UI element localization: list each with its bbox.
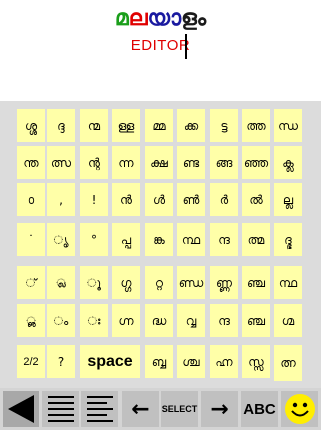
select-button[interactable]: SELECT	[161, 391, 198, 427]
logo-glyph: യാ	[147, 6, 182, 31]
justify-lines-icon	[47, 396, 74, 422]
align-left-lines-icon	[86, 396, 113, 422]
key-2-1[interactable]: ,	[47, 183, 75, 216]
key-0-8[interactable]: ന്ധ	[274, 109, 302, 142]
app-subtitle: EDITOR	[130, 37, 191, 54]
key-4-5[interactable]: ണ്ഡ	[177, 266, 205, 299]
abc-label: ABC	[243, 400, 276, 418]
keyboard: ശ്ശ ദ്ദ ന്മ ള്ള മ്മ ക്ക ട്ട ത്ത ന്ധ ന്ത ത്സ ന്റ ന്ന ക…	[0, 101, 321, 388]
key-3-2[interactable]: °	[80, 223, 108, 256]
key-5-5[interactable]: വ്വ	[177, 304, 205, 337]
key-6-6[interactable]: സ്സ	[242, 345, 270, 378]
back-button[interactable]	[3, 391, 39, 427]
app-logo: മലയാളം	[0, 6, 321, 32]
key-3-7[interactable]: ത്മ	[242, 223, 270, 256]
key-5-7[interactable]: ഞ്ച	[242, 304, 270, 337]
key-5-0[interactable]: ൢ	[17, 304, 45, 337]
toolbar: ← SELECT → ABC	[0, 388, 321, 430]
key-2-7[interactable]: ൽ	[242, 183, 270, 216]
key-2-2[interactable]: !	[80, 183, 108, 216]
logo-glyph: ളം	[181, 6, 207, 31]
abc-button[interactable]: ABC	[241, 391, 278, 427]
align-left-button[interactable]	[81, 391, 118, 427]
key-4-6[interactable]: ണ്ണ	[210, 266, 238, 299]
header: മലയാളം EDITOR	[0, 0, 321, 101]
key-5-6[interactable]: ന്ദ	[210, 304, 238, 337]
key-2-4[interactable]: ൾ	[145, 183, 173, 216]
key-0-0[interactable]: ശ്ശ	[17, 109, 45, 142]
logo-glyph: ല	[128, 6, 148, 31]
key-0-5[interactable]: ക്ക	[177, 109, 205, 142]
key-3-5[interactable]: ന്ഥ	[177, 223, 205, 256]
smiley-button[interactable]	[281, 391, 318, 427]
left-arrow-button[interactable]: ←	[122, 391, 159, 427]
key-4-1[interactable]: ്ല	[47, 266, 75, 299]
key-2-6[interactable]: ർ	[210, 183, 238, 216]
space-key[interactable]: space	[80, 345, 140, 378]
key-1-3[interactable]: ന്ന	[112, 146, 140, 179]
key-4-3[interactable]: ഗ്ഗ	[112, 266, 140, 299]
smiley-icon	[284, 394, 315, 424]
page-toggle-key[interactable]: 2/2	[17, 345, 45, 378]
key-5-4[interactable]: ദ്ധ	[145, 304, 173, 337]
text-cursor	[185, 34, 187, 59]
key-6-5[interactable]: ഹ്ന	[210, 345, 238, 378]
key-6-3[interactable]: ബ്ബ	[145, 345, 173, 378]
right-arrow-icon: →	[210, 396, 229, 422]
key-4-8[interactable]: ന്ഥ	[274, 266, 302, 299]
key-2-3[interactable]: ൻ	[112, 183, 140, 216]
key-0-6[interactable]: ട്ട	[210, 109, 238, 142]
key-1-0[interactable]: ന്ത	[17, 146, 45, 179]
select-label: SELECT	[161, 404, 198, 414]
key-3-1[interactable]: ൃ	[47, 223, 75, 256]
key-0-1[interactable]: ദ്ദ	[47, 109, 75, 142]
key-4-0[interactable]: ്	[17, 266, 45, 299]
key-0-3[interactable]: ള്ള	[112, 109, 140, 142]
key-3-8[interactable]: ദ്ഭ	[274, 223, 302, 256]
key-3-3[interactable]: പ്പ	[112, 223, 140, 256]
key-1-2[interactable]: ന്റ	[80, 146, 108, 179]
key-1-5[interactable]: ണ്ട	[177, 146, 205, 179]
key-1-7[interactable]: ഞ്ഞ	[242, 146, 270, 179]
key-3-0[interactable]: ˙	[17, 223, 45, 256]
key-2-8[interactable]: ല്ല	[274, 183, 302, 216]
key-5-2[interactable]: ഃ	[80, 304, 108, 337]
justify-button[interactable]	[42, 391, 79, 427]
key-5-8[interactable]: ഗ്മ	[274, 304, 302, 337]
key-4-4[interactable]: റ്റ	[145, 266, 173, 299]
key-4-7[interactable]: ഞ്ച	[242, 266, 270, 299]
key-3-4[interactable]: ങ്ക	[145, 223, 173, 256]
key-2-0[interactable]: ൦	[17, 183, 45, 216]
key-4-2[interactable]: ൂ	[80, 266, 108, 299]
back-triangle-icon	[8, 395, 34, 423]
key-6-4[interactable]: ശ്ച	[177, 345, 205, 378]
key-1-8[interactable]: ക്ല	[274, 146, 302, 179]
right-arrow-button[interactable]: →	[201, 391, 238, 427]
key-0-7[interactable]: ത്ത	[242, 109, 270, 142]
left-arrow-icon: ←	[131, 396, 150, 422]
key-1-6[interactable]: ങ്ങ	[210, 146, 238, 179]
key-2-5[interactable]: ൺ	[177, 183, 205, 216]
key-0-2[interactable]: ന്മ	[80, 109, 108, 142]
logo-glyph: മ	[114, 6, 129, 31]
key-6-7[interactable]: ത്ന	[274, 345, 302, 381]
key-3-6[interactable]: ന്ദ	[210, 223, 238, 256]
key-5-1[interactable]: ം	[47, 304, 75, 337]
key-1-1[interactable]: ത്സ	[47, 146, 75, 179]
key-5-3[interactable]: ഗ്ന	[112, 304, 140, 337]
key-6-1[interactable]: ?	[47, 345, 75, 378]
key-0-4[interactable]: മ്മ	[145, 109, 173, 142]
key-1-4[interactable]: ക്ഷ	[145, 146, 173, 179]
